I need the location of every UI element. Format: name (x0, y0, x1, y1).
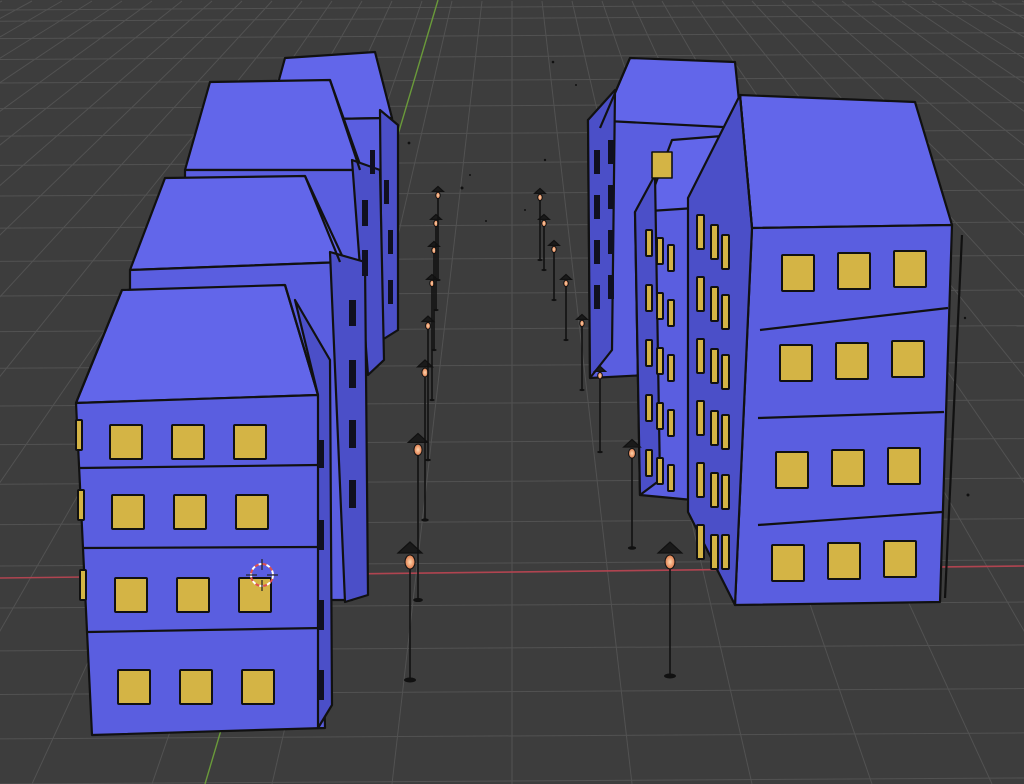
window (656, 292, 664, 320)
window (656, 347, 664, 375)
window (667, 244, 675, 272)
window (710, 224, 719, 260)
window (173, 494, 207, 530)
lamp-light (537, 193, 543, 202)
window (710, 410, 719, 446)
lamp-light (435, 191, 441, 200)
window (235, 494, 269, 530)
window (176, 577, 210, 613)
lamp-base (541, 268, 547, 272)
window (608, 185, 614, 209)
lamp-light (541, 219, 547, 228)
window (608, 140, 614, 164)
lamp-base (664, 673, 676, 679)
window (696, 400, 705, 436)
lamp-base (421, 518, 429, 522)
lamp-light (421, 367, 429, 378)
window (696, 524, 705, 560)
window (667, 354, 675, 382)
window (656, 237, 664, 265)
window (75, 419, 83, 451)
window (608, 275, 614, 299)
window (656, 457, 664, 485)
window (233, 424, 267, 460)
window (696, 338, 705, 374)
window (594, 150, 600, 174)
lamp-base (433, 308, 439, 312)
lamp-light (628, 447, 636, 459)
window (710, 286, 719, 322)
lamp-base (537, 258, 543, 262)
lamp-base (413, 597, 423, 603)
window (696, 276, 705, 312)
window (645, 339, 653, 367)
lamp-base (404, 677, 416, 683)
window (645, 229, 653, 257)
window (771, 544, 805, 582)
window (779, 344, 813, 382)
window (608, 230, 614, 254)
lamp-base (551, 298, 557, 302)
window (79, 569, 87, 601)
window (831, 449, 865, 487)
window (696, 462, 705, 498)
lamp-light (563, 279, 569, 288)
window (827, 542, 861, 580)
window (667, 464, 675, 492)
lamp-base (425, 458, 431, 462)
window (594, 285, 600, 309)
lamp-base (429, 398, 435, 402)
window (111, 494, 145, 530)
lamp-light (551, 245, 557, 254)
window (594, 240, 600, 264)
window (77, 489, 85, 521)
window (837, 252, 871, 290)
window (241, 669, 275, 705)
lamp-light (413, 443, 423, 456)
lamp-light (404, 554, 416, 570)
lamp-light (664, 554, 676, 570)
lamp-light (579, 319, 585, 328)
window (645, 284, 653, 312)
window (721, 294, 730, 330)
lamp-base (435, 278, 441, 282)
window (109, 424, 143, 460)
lamp-base (579, 388, 585, 392)
window (710, 472, 719, 508)
viewport-scene[interactable] (0, 0, 1024, 784)
lamp-light (425, 321, 431, 330)
window (781, 254, 815, 292)
window (710, 534, 719, 570)
window (835, 342, 869, 380)
window (179, 669, 213, 705)
window (721, 534, 730, 570)
window (710, 348, 719, 384)
window (645, 449, 653, 477)
window (117, 669, 151, 705)
window (721, 354, 730, 390)
lamp-light (597, 371, 603, 380)
window (171, 424, 205, 460)
window (721, 474, 730, 510)
window (696, 214, 705, 250)
window (891, 340, 925, 378)
lamp-base (597, 450, 603, 454)
lamp-base (627, 546, 637, 550)
window (883, 540, 917, 578)
window (721, 234, 730, 270)
window (667, 299, 675, 327)
window (656, 402, 664, 430)
window (594, 195, 600, 219)
window (893, 250, 927, 288)
lamp-base (431, 348, 437, 352)
window (667, 409, 675, 437)
3d-viewport[interactable] (0, 0, 1024, 784)
window (645, 394, 653, 422)
window (721, 414, 730, 450)
lamp-base (563, 338, 569, 342)
window (114, 577, 148, 613)
window (887, 447, 921, 485)
window (775, 451, 809, 489)
